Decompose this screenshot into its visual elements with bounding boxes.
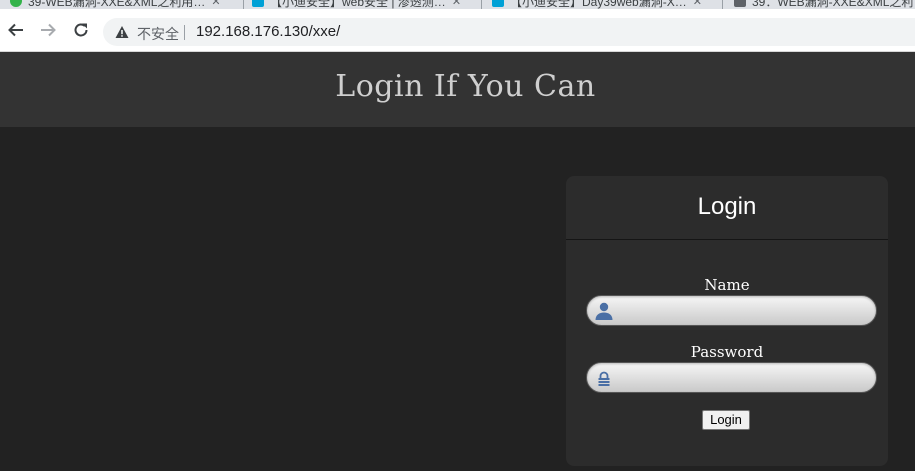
browser-tab-strip: 39-WEB漏洞-XXE&XML之利用… ✕ 【小迪安全】web安全 | 渗透测… xyxy=(0,0,915,9)
login-panel: Login Name Password Login xyxy=(566,176,888,466)
tab-title: 39：WEB漏洞-XXE&XML之利… xyxy=(752,0,915,9)
name-label: Name xyxy=(704,276,750,294)
bilibili-favicon-icon xyxy=(252,0,264,7)
tab-separator xyxy=(722,0,723,9)
warning-icon[interactable] xyxy=(115,25,129,39)
page-favicon-icon xyxy=(734,0,746,7)
tab-title: 【小迪安全】Day39web漏洞-X… xyxy=(510,0,687,9)
bilibili-favicon-icon xyxy=(492,0,504,7)
url-text[interactable]: 192.168.176.130/xxe/ xyxy=(196,23,340,40)
browser-toolbar: 不安全 192.168.176.130/xxe/ xyxy=(0,9,915,52)
tab-title: 【小迪安全】web安全 | 渗透测… xyxy=(270,0,446,9)
tab-title: 39-WEB漏洞-XXE&XML之利用… xyxy=(28,0,206,9)
password-label: Password xyxy=(690,343,764,361)
address-bar[interactable]: 不安全 192.168.176.130/xxe/ xyxy=(103,18,915,46)
back-button[interactable] xyxy=(6,20,26,40)
browser-tab[interactable]: 39-WEB漏洞-XXE&XML之利用… ✕ xyxy=(10,0,242,9)
forward-button[interactable] xyxy=(38,20,58,40)
name-field[interactable] xyxy=(586,295,877,326)
tab-separator xyxy=(243,0,244,9)
password-field[interactable] xyxy=(586,362,877,393)
reload-icon xyxy=(74,23,88,37)
panel-divider xyxy=(566,239,888,240)
browser-tab[interactable]: 【小迪安全】web安全 | 渗透测… ✕ xyxy=(252,0,478,9)
forward-arrow-icon xyxy=(41,23,56,37)
password-input[interactable] xyxy=(617,363,867,392)
tab-separator xyxy=(481,0,482,9)
user-icon xyxy=(595,302,613,320)
login-button[interactable]: Login xyxy=(702,410,750,430)
wechat-favicon-icon xyxy=(10,0,22,7)
back-arrow-icon xyxy=(8,23,23,37)
address-bar-divider xyxy=(184,25,185,40)
login-heading: Login xyxy=(697,193,757,220)
page-title: Login If You Can xyxy=(335,69,596,104)
browser-tab[interactable]: 39：WEB漏洞-XXE&XML之利… xyxy=(734,0,915,9)
lock-icon xyxy=(598,371,610,386)
tab-close-icon[interactable]: ✕ xyxy=(693,0,702,8)
tab-close-icon[interactable]: ✕ xyxy=(211,0,220,8)
name-input[interactable] xyxy=(617,296,867,325)
page-header: Login If You Can xyxy=(0,52,915,127)
security-status-label[interactable]: 不安全 xyxy=(137,24,179,44)
tab-close-icon[interactable]: ✕ xyxy=(452,0,461,8)
reload-button[interactable] xyxy=(71,20,91,40)
browser-tab[interactable]: 【小迪安全】Day39web漏洞-X… ✕ xyxy=(492,0,720,9)
